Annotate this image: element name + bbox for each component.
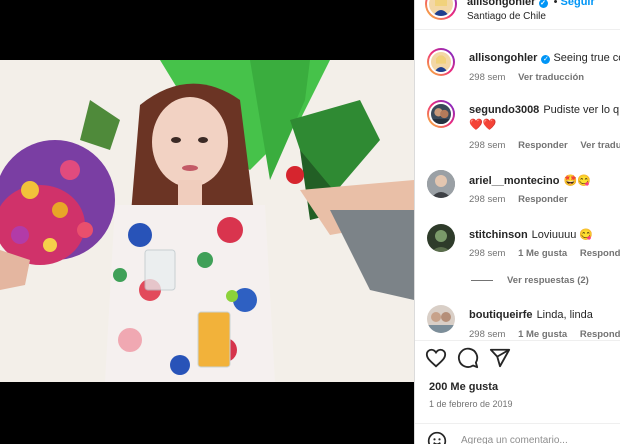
comment-text-line: stitchinson Loviuuuu 😋 [469, 228, 593, 241]
comment-avatar[interactable] [427, 224, 455, 252]
comment-text-line: ariel__montecino 🤩😋 [469, 174, 591, 187]
comment-meta: 298 sem 1 Me gusta Responder [469, 329, 620, 340]
share-icon[interactable] [489, 347, 511, 369]
comment-text-line-2: ❤️❤️ [469, 119, 497, 131]
comment-username[interactable]: ariel__montecino [469, 175, 559, 187]
comment-meta: 298 sem 1 Me gusta Responder [469, 248, 620, 259]
author-username[interactable]: allisongohler [467, 0, 535, 8]
comment-age[interactable]: 298 sem [469, 194, 505, 205]
comment-meta: 298 sem Responder Ver traduc [469, 140, 620, 151]
add-comment-bar: Agrega un comentario... [415, 423, 620, 444]
emoji-icon[interactable] [427, 431, 447, 444]
comment-likes[interactable]: 1 Me gusta [518, 248, 567, 259]
separator-dot: • [553, 0, 558, 8]
comment-username[interactable]: boutiqueirfe [469, 309, 533, 321]
comment-text: Linda, linda [536, 309, 593, 321]
comment-age[interactable]: 298 sem [469, 329, 505, 340]
comment-text: Seeing true co [553, 52, 620, 64]
see-translation-link[interactable]: Ver traduc [580, 140, 620, 151]
author-username-line: allisongohler ✓ • Seguir [467, 0, 595, 8]
comment-avatar[interactable] [427, 170, 455, 198]
comment-meta: 298 sem Responder [469, 194, 578, 205]
comment-username[interactable]: allisongohler [469, 52, 537, 64]
replies-divider [471, 279, 493, 281]
comment-username[interactable]: segundo3008 [469, 104, 539, 116]
comment-icon[interactable] [457, 347, 479, 369]
author-avatar[interactable] [425, 0, 457, 20]
verified-badge-icon: ✓ [541, 55, 551, 64]
comment-text-line: boutiqueirfe Linda, linda [469, 309, 593, 321]
comment-meta: 298 sem Ver traducción [469, 72, 594, 83]
verified-badge-icon: ✓ [538, 0, 548, 8]
comment-avatar[interactable] [427, 48, 455, 76]
post-photo[interactable] [0, 60, 414, 382]
comment-text: Pudiste ver lo q [543, 104, 620, 116]
comment-text-line: segundo3008 Pudiste ver lo q [469, 104, 619, 116]
comment-text: 🤩😋 [563, 175, 591, 187]
reply-button[interactable]: Responder [580, 329, 620, 340]
post-date[interactable]: 1 de febrero de 2019 [429, 399, 513, 409]
comment-username[interactable]: stitchinson [469, 229, 528, 241]
post-photo-illustration [0, 60, 414, 382]
comment-text-line: allisongohler ✓ Seeing true co [469, 52, 620, 64]
likes-count[interactable]: 200 Me gusta [429, 381, 498, 393]
post-action-icons [425, 347, 511, 371]
post-side-panel: allisongohler ✓ • Seguir Santiago de Chi… [414, 0, 620, 444]
reply-button[interactable]: Responder [518, 194, 568, 205]
follow-button[interactable]: Seguir [561, 0, 595, 8]
post-location[interactable]: Santiago de Chile [467, 11, 546, 22]
post-actions-section: 200 Me gusta 1 de febrero de 2019 Agrega… [415, 340, 620, 444]
comment-avatar[interactable] [427, 100, 455, 128]
comment-text: Loviuuuu 😋 [531, 229, 594, 241]
view-replies-label: Ver respuestas (2) [507, 275, 589, 286]
comment-likes[interactable]: 1 Me gusta [518, 329, 567, 340]
comment-age[interactable]: 298 sem [469, 72, 505, 83]
heart-icon[interactable] [425, 347, 447, 369]
comment-age[interactable]: 298 sem [469, 248, 505, 259]
post-media-pane [0, 0, 414, 444]
comment-input[interactable]: Agrega un comentario... [461, 435, 568, 444]
see-translation-link[interactable]: Ver traducción [518, 72, 584, 83]
comment-avatar[interactable] [427, 305, 455, 333]
reply-button[interactable]: Responder [580, 248, 620, 259]
comment-age[interactable]: 298 sem [469, 140, 505, 151]
post-header: allisongohler ✓ • Seguir Santiago de Chi… [415, 0, 620, 30]
view-replies-button[interactable]: Ver respuestas (2) [471, 275, 589, 286]
reply-button[interactable]: Responder [518, 140, 568, 151]
